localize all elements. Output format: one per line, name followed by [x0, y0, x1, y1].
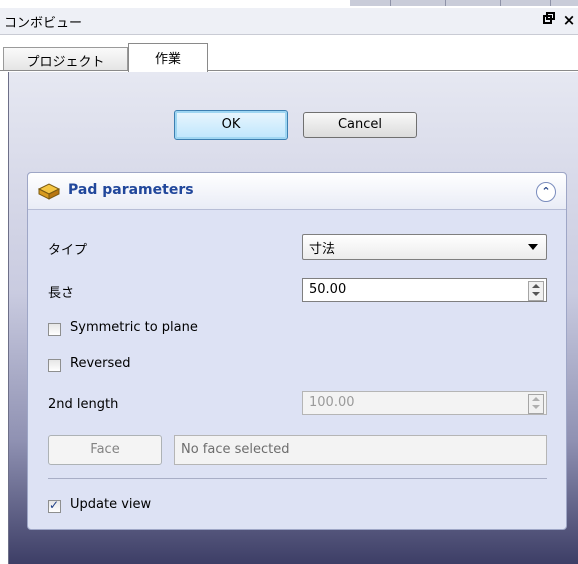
update-view-checkbox[interactable] [48, 498, 61, 513]
spin-buttons [528, 394, 544, 414]
pad-parameters-box: Pad parameters ⌃ タイプ 寸法 長さ 50.00 Symmetr… [27, 172, 567, 530]
tab-tasks[interactable]: 作業 [128, 43, 208, 72]
face-selection-field: No face selected [174, 435, 547, 465]
window-title: コンボビュー [4, 16, 83, 31]
collapse-up-icon[interactable]: ⌃ [536, 182, 556, 202]
cancel-button[interactable]: Cancel [303, 112, 417, 138]
reversed-label: Reversed [70, 356, 131, 371]
close-icon[interactable]: × [561, 11, 577, 29]
spin-down-icon[interactable] [532, 292, 540, 296]
second-length-label: 2nd length [48, 397, 119, 412]
update-view-label: Update view [70, 497, 152, 512]
length-spinbox[interactable]: 50.00 [302, 278, 547, 302]
strip-divider [445, 0, 446, 6]
separator [48, 478, 547, 479]
restore-icon[interactable] [542, 12, 556, 28]
pad-icon-glyph [37, 183, 61, 200]
type-select-value: 寸法 [309, 242, 336, 257]
type-label: タイプ [48, 243, 88, 258]
length-value: 50.00 [309, 282, 347, 297]
pad-icon [37, 180, 61, 202]
pad-parameters-header[interactable]: Pad parameters ⌃ [28, 173, 566, 210]
spin-up-icon[interactable] [532, 284, 540, 288]
spin-down-icon [532, 405, 540, 409]
background-window-strip [350, 0, 578, 6]
strip-divider [390, 0, 391, 6]
second-length-spinbox[interactable]: 100.00 [302, 391, 547, 415]
tab-bar: プロジェクト 作業 [0, 35, 578, 72]
restore-icon-glyph [543, 12, 555, 24]
chevron-down-icon [528, 244, 538, 250]
tab-baseline [0, 70, 578, 71]
symmetric-checkbox[interactable] [48, 323, 61, 336]
symmetric-label: Symmetric to plane [70, 320, 198, 335]
ok-button[interactable]: OK [174, 110, 288, 140]
combo-view-titlebar: コンボビュー × [0, 8, 578, 35]
strip-divider [500, 0, 501, 6]
spin-buttons[interactable] [528, 281, 544, 301]
strip-divider [550, 0, 551, 6]
length-label: 長さ [48, 286, 75, 301]
second-length-value: 100.00 [309, 395, 355, 410]
pad-parameters-title: Pad parameters [68, 182, 194, 198]
face-button[interactable]: Face [48, 435, 162, 465]
tab-project[interactable]: プロジェクト [3, 47, 128, 71]
type-select[interactable]: 寸法 [302, 234, 547, 260]
reversed-checkbox[interactable] [48, 359, 61, 372]
spin-up-icon [532, 397, 540, 401]
